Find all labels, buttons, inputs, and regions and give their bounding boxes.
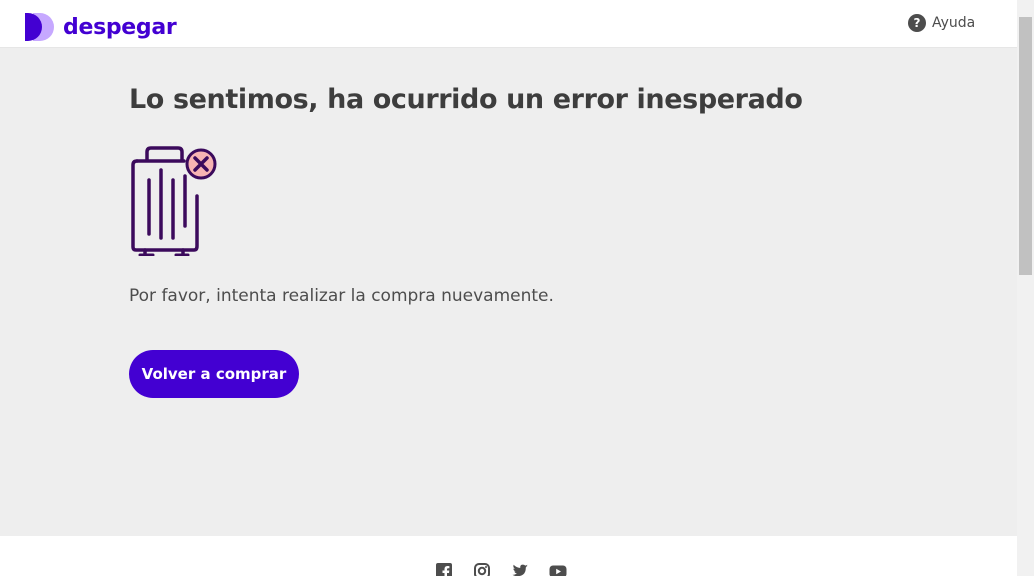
footer xyxy=(0,536,1017,576)
retry-purchase-button[interactable]: Volver a comprar xyxy=(129,350,299,398)
vertical-scrollbar[interactable] xyxy=(1017,0,1034,576)
luggage-error-icon xyxy=(128,146,220,257)
scrollbar-thumb[interactable] xyxy=(1019,17,1032,275)
despegar-logo[interactable]: despegar xyxy=(24,10,177,44)
page: despegar ? Ayuda Lo sentimos, ha ocurrid… xyxy=(0,0,1034,576)
error-content: Lo sentimos, ha ocurrido un error inespe… xyxy=(0,48,1017,536)
error-message: Por favor, intenta realizar la compra nu… xyxy=(129,286,554,306)
brand-name: despegar xyxy=(63,14,177,40)
help-label: Ayuda xyxy=(932,15,976,31)
question-circle-icon: ? xyxy=(908,14,926,32)
social-links xyxy=(435,562,567,576)
despegar-logo-mark-icon xyxy=(24,11,56,43)
page-title: Lo sentimos, ha ocurrido un error inespe… xyxy=(129,84,803,115)
top-header: despegar ? Ayuda xyxy=(0,0,1017,48)
youtube-icon[interactable] xyxy=(549,562,567,576)
help-link[interactable]: ? Ayuda xyxy=(908,14,975,32)
twitter-icon[interactable] xyxy=(511,562,529,576)
facebook-icon[interactable] xyxy=(435,562,453,576)
instagram-icon[interactable] xyxy=(473,562,491,576)
